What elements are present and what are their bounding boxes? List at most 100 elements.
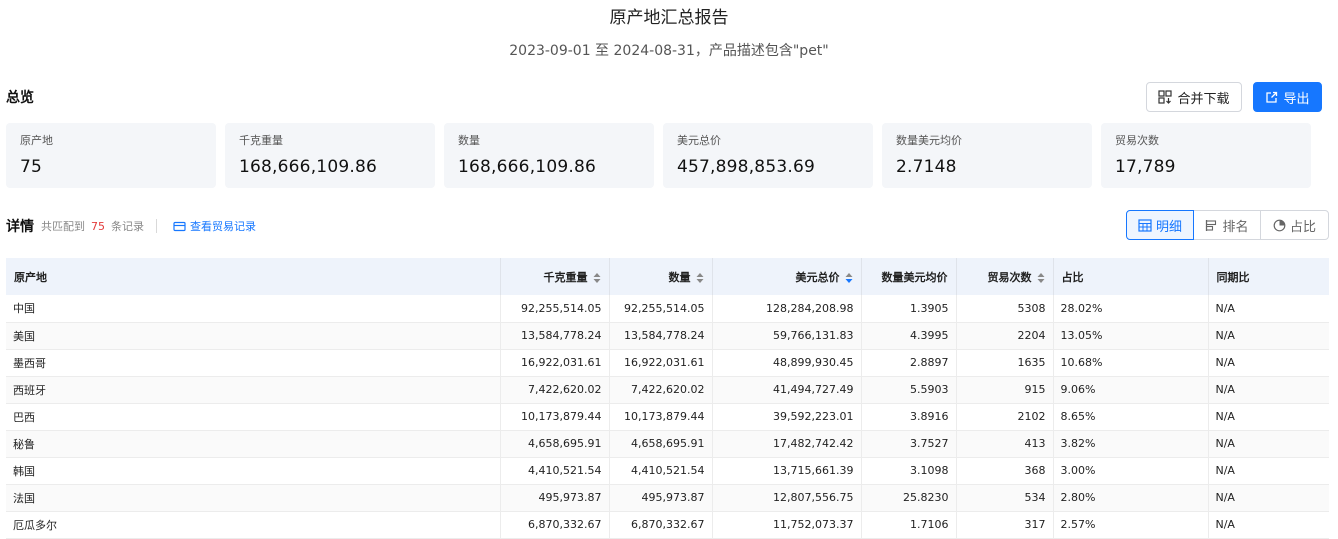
cell-yoy: N/A [1208,295,1329,323]
tab-detail[interactable]: 明细 [1126,210,1194,240]
cell-yoy: N/A [1208,403,1329,431]
stat-value: 168,666,109.86 [458,157,596,177]
cell-avg-price: 3.8916 [861,403,957,431]
cell-trade-count: 368 [956,457,1054,485]
cell-origin: 美国 [6,322,501,350]
stat-card-weight: 千克重量 168,666,109.86 [225,123,435,188]
column-header-quantity[interactable]: 数量 [609,258,713,295]
cell-weight: 4,658,695.91 [500,430,610,458]
table-row[interactable]: 西班牙 7,422,620.02 7,422,620.02 41,494,727… [6,376,1329,404]
view-toggle: 明细 排名 占比 [1126,210,1329,240]
table-row[interactable]: 厄瓜多尔 6,870,332.67 6,870,332.67 11,752,07… [6,511,1329,539]
ranking-icon [1206,219,1217,231]
column-header-total-usd[interactable]: 美元总价 [712,258,862,295]
cell-yoy: N/A [1208,511,1329,539]
cell-trade-count: 1635 [956,349,1054,377]
cell-yoy: N/A [1208,322,1329,350]
match-count-number: 75 [91,220,105,233]
stat-label: 美元总价 [677,134,721,147]
cell-yoy: N/A [1208,457,1329,485]
external-link-icon [1266,91,1278,103]
sort-icon[interactable] [1037,272,1045,284]
cell-total-usd: 17,482,742.42 [712,430,862,458]
cell-weight: 4,410,521.54 [500,457,610,485]
cell-avg-price: 4.3995 [861,322,957,350]
table-row[interactable]: 法国 495,973.87 495,973.87 12,807,556.75 2… [6,484,1329,512]
column-header-avg-price: 数量美元均价 [861,258,957,295]
cell-trade-count: 413 [956,430,1054,458]
cell-share: 3.82% [1053,430,1209,458]
cell-total-usd: 13,715,661.39 [712,457,862,485]
cell-origin: 秘鲁 [6,430,501,458]
cell-share: 13.05% [1053,322,1209,350]
cell-weight: 10,173,879.44 [500,403,610,431]
cell-quantity: 7,422,620.02 [609,376,713,404]
column-header-origin: 原产地 [6,258,501,295]
cell-origin: 韩国 [6,457,501,485]
cell-share: 2.57% [1053,511,1209,539]
divider [156,219,157,233]
grid-download-icon [1158,90,1173,104]
cell-trade-count: 915 [956,376,1054,404]
column-header-label: 千克重量 [543,270,588,284]
match-count-suffix: 条记录 [111,220,144,233]
tab-ranking-label: 排名 [1222,219,1249,235]
column-header-label: 同期比 [1216,270,1250,284]
stat-card-trade-count: 贸易次数 17,789 [1101,123,1311,188]
cell-total-usd: 41,494,727.49 [712,376,862,404]
cell-quantity: 6,870,332.67 [609,511,713,539]
export-label: 导出 [1283,91,1310,107]
export-button[interactable]: 导出 [1253,82,1322,112]
report-header: 原产地汇总报告 2023-09-01 至 2024-08-31，产品描述包含"p… [0,6,1338,62]
cell-avg-price: 1.3905 [861,295,957,323]
cell-quantity: 495,973.87 [609,484,713,512]
table-row[interactable]: 秘鲁 4,658,695.91 4,658,695.91 17,482,742.… [6,430,1329,458]
merge-download-button[interactable]: 合并下载 [1146,82,1242,112]
cell-origin: 法国 [6,484,501,512]
cell-quantity: 4,658,695.91 [609,430,713,458]
cell-yoy: N/A [1208,349,1329,377]
sort-icon[interactable] [696,272,704,284]
cell-avg-price: 3.7527 [861,430,957,458]
column-header-label: 占比 [1061,270,1084,284]
table-row[interactable]: 中国 92,255,514.05 92,255,514.05 128,284,2… [6,295,1329,323]
cell-quantity: 10,173,879.44 [609,403,713,431]
stat-label: 数量美元均价 [896,134,962,147]
cell-trade-count: 5308 [956,295,1054,323]
stat-card-origin: 原产地 75 [6,123,216,188]
cell-avg-price: 25.8230 [861,484,957,512]
column-header-label: 数量 [668,270,691,284]
stat-value: 168,666,109.86 [239,157,377,177]
match-count-prefix: 共匹配到 [41,220,85,233]
view-trade-records-link[interactable]: 查看贸易记录 [173,218,256,234]
cell-share: 3.00% [1053,457,1209,485]
cell-share: 2.80% [1053,484,1209,512]
cell-origin: 厄瓜多尔 [6,511,501,539]
cell-avg-price: 5.5903 [861,376,957,404]
cell-weight: 7,422,620.02 [500,376,610,404]
table-icon [1138,218,1152,232]
tab-share[interactable]: 占比 [1260,210,1329,240]
column-header-yoy: 同期比 [1208,258,1329,295]
match-count: 共匹配到 75 条记录 [41,218,144,234]
column-header-weight[interactable]: 千克重量 [500,258,610,295]
report-subtitle: 2023-09-01 至 2024-08-31，产品描述包含"pet" [509,43,829,59]
details-bar: 详情 共匹配到 75 条记录 查看贸易记录 [6,216,256,236]
column-header-trade-count[interactable]: 贸易次数 [956,258,1054,295]
column-header-share: 占比 [1053,258,1209,295]
cell-trade-count: 2102 [956,403,1054,431]
table-row[interactable]: 墨西哥 16,922,031.61 16,922,031.61 48,899,9… [6,349,1329,377]
column-header-label: 原产地 [14,270,47,284]
table-row[interactable]: 韩国 4,410,521.54 4,410,521.54 13,715,661.… [6,457,1329,485]
table-row[interactable]: 美国 13,584,778.24 13,584,778.24 59,766,13… [6,322,1329,350]
sort-icon[interactable] [593,272,601,284]
table-row[interactable]: 巴西 10,173,879.44 10,173,879.44 39,592,22… [6,403,1329,431]
stat-value: 17,789 [1115,157,1176,177]
cell-trade-count: 534 [956,484,1054,512]
stat-card-total-usd: 美元总价 457,898,853.69 [663,123,873,188]
cell-avg-price: 3.1098 [861,457,957,485]
tab-ranking[interactable]: 排名 [1193,210,1261,240]
tab-detail-label: 明细 [1155,219,1182,235]
cell-weight: 6,870,332.67 [500,511,610,539]
sort-icon-active-desc[interactable] [845,272,853,284]
